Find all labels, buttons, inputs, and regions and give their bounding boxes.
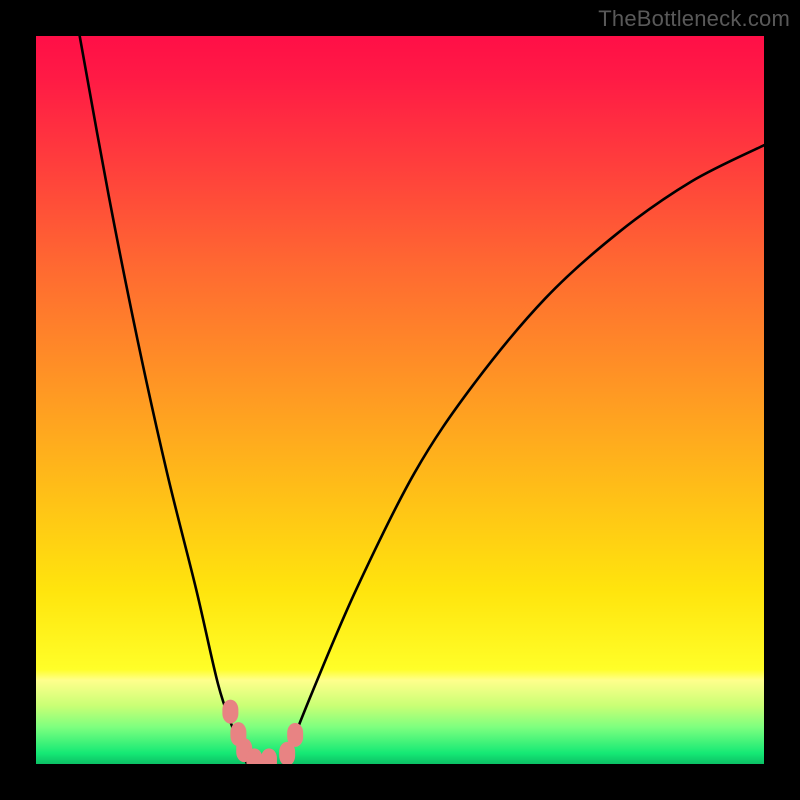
chart-frame	[36, 36, 764, 764]
watermark-text: TheBottleneck.com	[598, 6, 790, 32]
marker-point	[222, 700, 238, 724]
bottleneck-chart	[36, 36, 764, 764]
marker-point	[287, 723, 303, 747]
gradient-background	[36, 36, 764, 764]
